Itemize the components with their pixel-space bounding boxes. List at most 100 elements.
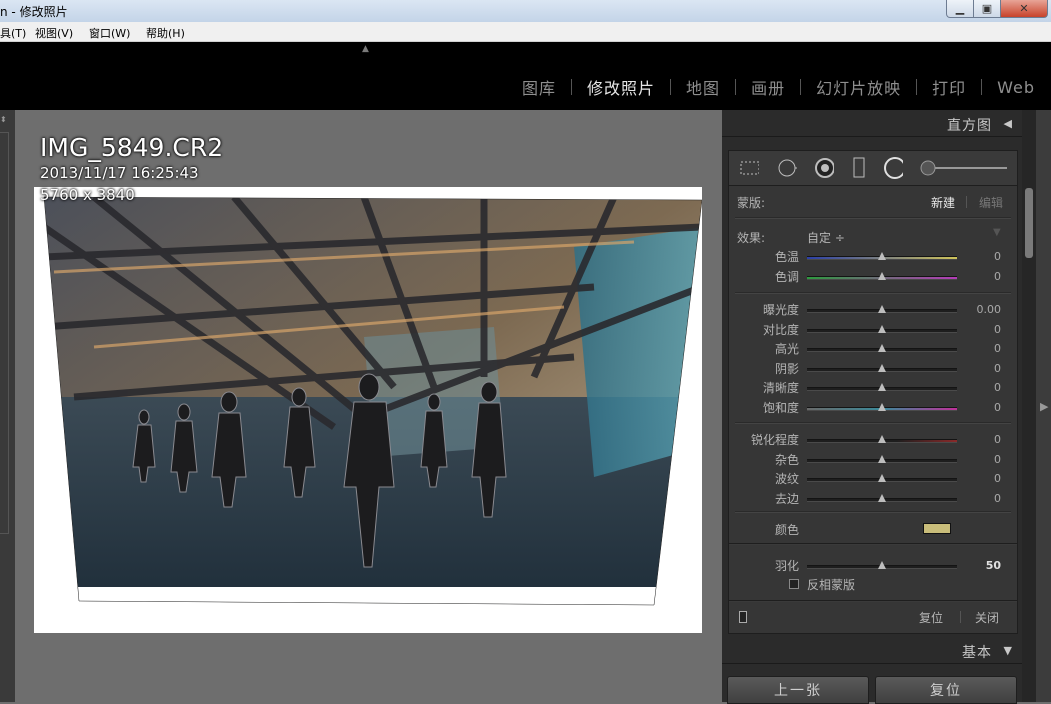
slider-knob[interactable] <box>878 454 886 463</box>
slider-value[interactable]: 0 <box>959 362 1001 375</box>
menu-view[interactable]: 视图(V) <box>35 25 73 41</box>
color-label: 颜色 <box>774 523 799 537</box>
mask-reset-button[interactable]: 复位 <box>919 609 943 626</box>
slider-value[interactable]: 0 <box>959 381 1001 394</box>
adjustment-slider[interactable] <box>807 402 957 411</box>
adjustment-brush-tool[interactable] <box>919 159 1011 177</box>
photo-canvas[interactable] <box>34 187 702 633</box>
module-separator <box>571 79 573 95</box>
effect-collapse-icon[interactable]: ▼ <box>993 227 1001 238</box>
close-button[interactable]: ✕ <box>1000 0 1048 18</box>
slider-value[interactable]: 0 <box>959 453 1001 466</box>
slider-label: 色温 <box>774 250 799 264</box>
adjustment-slider[interactable] <box>807 324 957 333</box>
slider-knob[interactable] <box>878 305 886 313</box>
feather-slider[interactable] <box>807 561 957 569</box>
adjustment-slider[interactable] <box>807 363 957 372</box>
divider <box>729 543 1017 545</box>
color-swatch[interactable] <box>923 523 951 534</box>
feather-slider-knob[interactable] <box>878 561 886 569</box>
slider-value[interactable]: 0 <box>959 250 1001 263</box>
invert-mask-label: 反相蒙版 <box>807 578 856 592</box>
module-separator <box>670 79 672 95</box>
toggle-switch-icon[interactable] <box>739 611 747 623</box>
window-title-bar: n - 修改照片 ▁ ▣ ✕ <box>0 0 1051 23</box>
module-tab[interactable]: 画册 <box>751 75 785 99</box>
slider-knob[interactable] <box>878 344 886 352</box>
scrollbar-thumb[interactable] <box>1025 188 1033 258</box>
module-tab[interactable]: 修改照片 <box>587 75 655 99</box>
minimize-button[interactable]: ▁ <box>946 0 974 18</box>
slider-value[interactable]: 0 <box>959 401 1001 414</box>
adjustment-slider[interactable] <box>807 383 957 391</box>
photo-viewer[interactable]: IMG_5849.CR2 2013/11/17 16:25:43 5760 x … <box>16 110 720 702</box>
slider-value[interactable]: 0 <box>959 270 1001 283</box>
menu-bar: 具(T) 视图(V) 窗口(W) 帮助(H) <box>0 22 1051 42</box>
divider <box>729 600 1017 602</box>
adjustment-slider[interactable] <box>807 435 957 443</box>
right-panel-scrollbar[interactable] <box>1022 110 1036 702</box>
slider-knob[interactable] <box>878 474 886 482</box>
slider-knob[interactable] <box>878 271 886 280</box>
collapse-top-panel-icon[interactable]: ▲ <box>362 44 369 54</box>
adjustment-slider[interactable] <box>807 305 957 313</box>
photo-filename: IMG_5849.CR2 <box>40 133 224 162</box>
left-panel-scroll-icon[interactable]: ⬍ <box>0 115 7 124</box>
slider-knob[interactable] <box>878 435 886 443</box>
slider-value[interactable]: 0 <box>959 472 1001 485</box>
invert-mask-checkbox[interactable] <box>789 579 799 589</box>
mask-new-button[interactable]: 新建 <box>931 194 955 211</box>
mask-edit-button[interactable]: 编辑 <box>979 194 1003 211</box>
menu-tools[interactable]: 具(T) <box>0 25 26 41</box>
photo-info-overlay: IMG_5849.CR2 2013/11/17 16:25:43 5760 x … <box>40 134 223 206</box>
slider-label: 清晰度 <box>762 381 799 395</box>
adjustment-slider[interactable] <box>807 493 957 502</box>
module-tab[interactable]: 地图 <box>686 75 720 99</box>
window-title: n - 修改照片 <box>0 5 68 19</box>
module-tab[interactable]: Web <box>997 78 1035 97</box>
menu-window[interactable]: 窗口(W) <box>89 25 130 41</box>
slider-value[interactable]: 0.00 <box>959 303 1002 316</box>
menu-help[interactable]: 帮助(H) <box>146 25 185 41</box>
reset-button[interactable]: 复位 <box>875 676 1017 704</box>
slider-label: 波纹 <box>774 472 799 486</box>
module-separator <box>735 79 737 95</box>
slider-value[interactable]: 0 <box>959 342 1001 355</box>
slider-knob[interactable] <box>878 383 886 391</box>
slider-knob[interactable] <box>878 493 886 502</box>
slider-knob[interactable] <box>878 363 886 372</box>
divider <box>735 422 1011 424</box>
slider-knob[interactable] <box>878 252 886 260</box>
adjustment-slider[interactable] <box>807 252 957 260</box>
adjustment-slider[interactable] <box>807 474 957 482</box>
collapse-right-panel-icon[interactable]: ▶ <box>1040 400 1048 413</box>
slider-value[interactable]: 0 <box>959 433 1001 446</box>
slider-knob[interactable] <box>878 324 886 333</box>
slider-value[interactable]: 0 <box>959 323 1001 336</box>
basic-panel-header[interactable]: 基本 ▼ <box>722 637 1022 664</box>
adjustment-slider[interactable] <box>807 271 957 280</box>
crop-overlay-tool[interactable] <box>739 159 759 177</box>
module-tab[interactable]: 打印 <box>932 75 966 99</box>
slider-value[interactable]: 0 <box>959 492 1001 505</box>
histogram-label: 直方图 <box>947 118 992 134</box>
red-eye-tool[interactable] <box>814 158 834 178</box>
radial-filter-tool[interactable] <box>883 157 903 179</box>
module-tab[interactable]: 图库 <box>522 75 556 99</box>
adjustment-slider[interactable] <box>807 344 957 352</box>
histogram-header[interactable]: 直方图 ◀ <box>722 110 1022 137</box>
slider-label: 高光 <box>774 342 799 356</box>
slider-label: 锐化程度 <box>750 433 799 447</box>
left-panel-content <box>0 132 9 534</box>
photo-image <box>43 196 702 606</box>
slider-label: 去边 <box>774 491 799 506</box>
effect-preset-select[interactable]: 自定 ÷ <box>807 229 845 246</box>
spot-removal-tool[interactable] <box>777 159 797 177</box>
adjustment-slider[interactable] <box>807 454 957 463</box>
previous-button[interactable]: 上一张 <box>727 676 869 704</box>
graduated-filter-tool[interactable] <box>849 157 869 178</box>
maximize-button[interactable]: ▣ <box>973 0 1001 18</box>
slider-knob[interactable] <box>878 402 886 411</box>
mask-close-button[interactable]: 关闭 <box>975 609 999 626</box>
module-tab[interactable]: 幻灯片放映 <box>816 75 901 99</box>
